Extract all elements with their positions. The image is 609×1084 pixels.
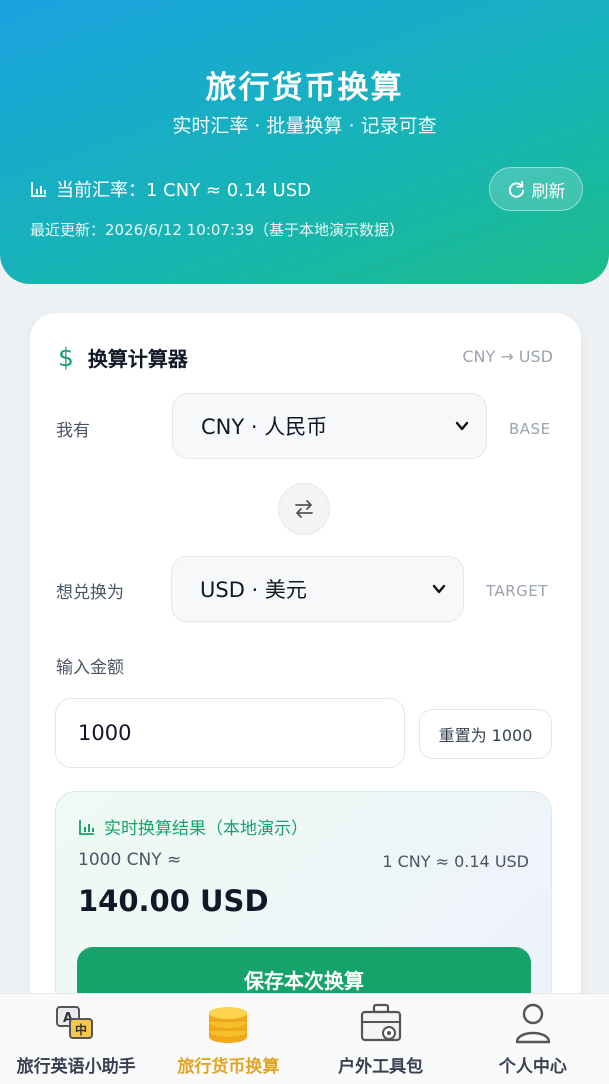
result-from-amount: 1000 CNY ≈ — [78, 850, 182, 870]
swap-button[interactable] — [278, 483, 330, 535]
from-currency-select[interactable]: CNY · 人民币 — [172, 393, 487, 459]
currency-pair: CNY → USD — [462, 347, 553, 366]
from-currency-value: CNY · 人民币 — [201, 415, 328, 439]
refresh-label: 刷新 — [531, 181, 566, 202]
amount-input[interactable] — [55, 698, 405, 768]
tab-label: 户外工具包 — [338, 1057, 424, 1077]
tab-travel-english[interactable]: A 中 旅行英语小助手 — [0, 994, 152, 1084]
tab-label: 旅行货币换算 — [177, 1057, 280, 1077]
base-tag: BASE — [509, 420, 551, 438]
header: 旅行货币换算 实时汇率 · 批量换算 · 记录可查 当前汇率：1 CNY ≈ 0… — [0, 0, 609, 284]
card-title: $ 换算计算器 — [58, 343, 188, 372]
bottom-tab-bar: A 中 旅行英语小助手 旅行货币换算 户外工具包 个人中心 — [0, 993, 609, 1084]
result-title: 实时换算结果（本地演示） — [78, 814, 308, 839]
result-panel: 实时换算结果（本地演示） 1000 CNY ≈ 1 CNY ≈ 0.14 USD… — [55, 791, 552, 1013]
refresh-icon — [508, 180, 524, 198]
bar-chart-icon — [31, 182, 46, 197]
from-label: 我有 — [56, 421, 90, 441]
to-label: 想兑换为 — [56, 583, 124, 603]
page-subtitle: 实时汇率 · 批量换算 · 记录可查 — [172, 115, 437, 137]
last-updated: 最近更新：2026/6/12 10:07:39（基于本地演示数据） — [30, 221, 405, 239]
target-tag: TARGET — [486, 582, 548, 600]
to-currency-value: USD · 美元 — [200, 578, 307, 602]
coins-icon — [204, 1001, 252, 1047]
chevron-down-icon — [455, 421, 469, 431]
tab-label: 个人中心 — [498, 1057, 567, 1077]
tab-currency-converter[interactable]: 旅行货币换算 — [152, 994, 304, 1084]
converter-card: $ 换算计算器 CNY → USD 我有 CNY · 人民币 BASE 想兑换为… — [30, 313, 581, 1013]
svg-text:中: 中 — [75, 1022, 87, 1037]
tab-profile[interactable]: 个人中心 — [457, 994, 609, 1084]
tab-outdoor-toolkit[interactable]: 户外工具包 — [305, 994, 457, 1084]
reset-button[interactable]: 重置为 1000 — [419, 709, 552, 759]
current-rate: 当前汇率：1 CNY ≈ 0.14 USD — [30, 176, 311, 202]
swap-icon — [295, 500, 313, 518]
dollar-icon: $ — [58, 343, 74, 372]
translate-icon: A 中 — [52, 1001, 100, 1047]
amount-label: 输入金额 — [56, 658, 124, 678]
card-title-text: 换算计算器 — [87, 347, 188, 371]
result-value: 140.00 USD — [78, 884, 269, 918]
current-rate-text: 当前汇率：1 CNY ≈ 0.14 USD — [56, 180, 311, 201]
bar-chart-icon — [79, 819, 94, 835]
user-icon — [509, 1001, 557, 1047]
to-currency-select[interactable]: USD · 美元 — [171, 556, 464, 622]
result-title-text: 实时换算结果（本地演示） — [104, 819, 308, 839]
result-rate: 1 CNY ≈ 0.14 USD — [382, 852, 529, 871]
chevron-down-icon — [432, 584, 446, 594]
tab-label: 旅行英语小助手 — [16, 1057, 136, 1077]
refresh-button[interactable]: 刷新 — [489, 167, 583, 211]
page-title: 旅行货币换算 — [205, 70, 404, 106]
toolbox-icon — [357, 1001, 405, 1047]
